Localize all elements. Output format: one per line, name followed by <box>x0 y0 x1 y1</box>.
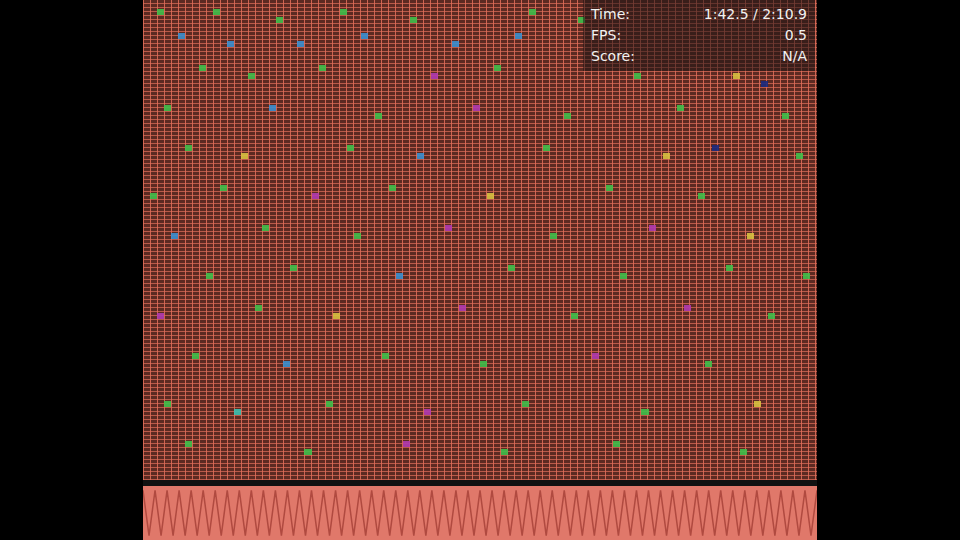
note <box>424 409 431 415</box>
note <box>571 313 578 319</box>
note <box>431 73 438 79</box>
note <box>698 193 705 199</box>
note <box>712 145 719 151</box>
note <box>522 401 529 407</box>
note <box>157 313 164 319</box>
note <box>234 409 241 415</box>
note <box>663 153 670 159</box>
note <box>782 113 789 119</box>
note-field <box>143 0 817 480</box>
note <box>157 9 164 15</box>
note <box>340 9 347 15</box>
hud-value: 1:42.5 / 2:10.9 <box>704 5 807 23</box>
note <box>684 305 691 311</box>
note <box>529 9 536 15</box>
note <box>564 113 571 119</box>
game-screen: Time: 1:42.5 / 2:10.9 FPS: 0.5 Score: N/A <box>0 0 960 540</box>
note <box>803 273 810 279</box>
note <box>185 145 192 151</box>
note <box>241 153 248 159</box>
note <box>754 401 761 407</box>
note <box>347 145 354 151</box>
hud-row: Time: 1:42.5 / 2:10.9 <box>591 5 807 23</box>
right-letterbox <box>817 0 960 540</box>
hud-label: Score: <box>591 47 635 65</box>
hud-panel: Time: 1:42.5 / 2:10.9 FPS: 0.5 Score: N/A <box>583 0 815 71</box>
note <box>333 313 340 319</box>
note <box>290 265 297 271</box>
note <box>192 353 199 359</box>
note <box>389 185 396 191</box>
hud-label: FPS: <box>591 26 621 44</box>
game-stage: Time: 1:42.5 / 2:10.9 FPS: 0.5 Score: N/A <box>143 0 817 540</box>
note <box>592 353 599 359</box>
note <box>768 313 775 319</box>
piano-keyboard <box>143 486 817 540</box>
note <box>641 409 648 415</box>
note <box>227 41 234 47</box>
note <box>213 9 220 15</box>
note <box>417 153 424 159</box>
piano-keys-icon <box>143 486 817 540</box>
note <box>178 33 185 39</box>
note <box>361 33 368 39</box>
note <box>206 273 213 279</box>
note <box>473 105 480 111</box>
note <box>276 17 283 23</box>
note <box>726 265 733 271</box>
note <box>262 225 269 231</box>
note <box>410 17 417 23</box>
note <box>459 305 466 311</box>
note <box>354 233 361 239</box>
note <box>375 113 382 119</box>
note <box>297 41 304 47</box>
note <box>733 73 740 79</box>
note <box>185 441 192 447</box>
note <box>150 193 157 199</box>
note <box>747 233 754 239</box>
note <box>501 449 508 455</box>
hud-label: Time: <box>591 5 630 23</box>
note <box>403 441 410 447</box>
hud-value: 0.5 <box>785 26 807 44</box>
note <box>494 65 501 71</box>
note <box>634 73 641 79</box>
note <box>480 361 487 367</box>
note <box>452 41 459 47</box>
note <box>199 65 206 71</box>
note <box>705 361 712 367</box>
note <box>171 233 178 239</box>
note <box>220 185 227 191</box>
note <box>508 265 515 271</box>
hud-row: FPS: 0.5 <box>591 26 807 44</box>
note <box>326 401 333 407</box>
note <box>606 185 613 191</box>
note <box>319 65 326 71</box>
note <box>487 193 494 199</box>
note <box>283 361 290 367</box>
note <box>515 33 522 39</box>
note <box>304 449 311 455</box>
note <box>445 225 452 231</box>
note <box>677 105 684 111</box>
hud-row: Score: N/A <box>591 47 807 65</box>
note <box>796 153 803 159</box>
note <box>740 449 747 455</box>
note <box>164 401 171 407</box>
note <box>382 353 389 359</box>
note <box>613 441 620 447</box>
note <box>649 225 656 231</box>
note <box>248 73 255 79</box>
note <box>550 233 557 239</box>
hud-value: N/A <box>782 47 807 65</box>
left-letterbox <box>0 0 143 540</box>
note <box>761 81 768 87</box>
note <box>255 305 262 311</box>
note <box>620 273 627 279</box>
note <box>396 273 403 279</box>
note <box>164 105 171 111</box>
note <box>543 145 550 151</box>
note <box>269 105 276 111</box>
note <box>312 193 319 199</box>
